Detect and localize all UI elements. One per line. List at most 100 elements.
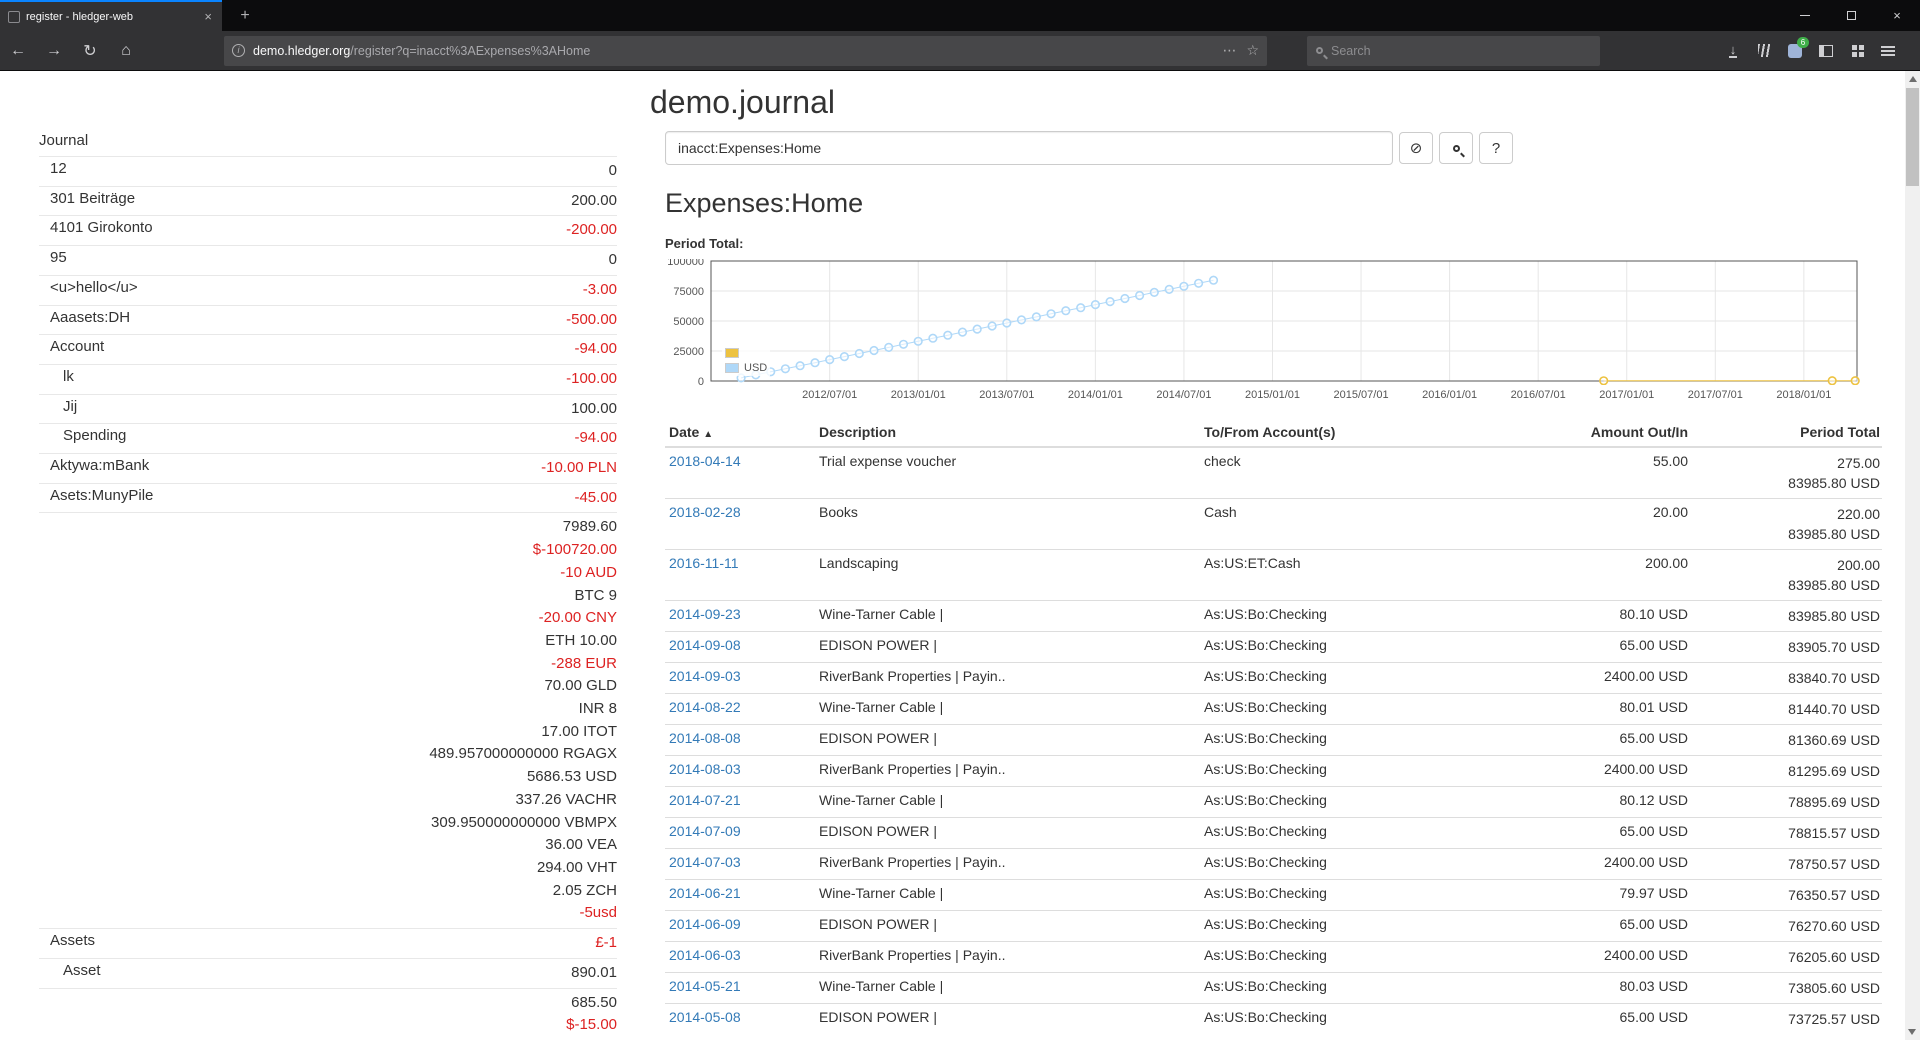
account-link[interactable]: Aktywa:mBank <box>50 457 149 474</box>
window-minimize-button[interactable] <box>1782 0 1828 31</box>
date-link[interactable]: 2014-05-08 <box>669 1009 741 1025</box>
account-link[interactable]: Aaasets:DH <box>50 309 130 326</box>
query-input[interactable] <box>665 131 1393 165</box>
date-link[interactable]: 2014-07-21 <box>669 792 741 808</box>
balance-amount: 337.26 VACHR <box>258 789 617 812</box>
register-row: 2014-09-23Wine-Tarner Cable |As:US:Bo:Ch… <box>665 601 1882 632</box>
date-link[interactable]: 2014-06-09 <box>669 916 741 932</box>
reload-button[interactable]: ↻ <box>72 34 108 68</box>
journal-link[interactable]: Journal <box>39 132 88 149</box>
amount-cell: 65.00 USD <box>1530 911 1690 942</box>
bookmark-star-icon[interactable]: ☆ <box>1246 42 1259 59</box>
register-table: Date ▲ Description To/From Account(s) Am… <box>665 419 1882 1034</box>
period-total-cell: 76350.57 USD <box>1690 880 1882 911</box>
balance-amount: 294.00 VHT <box>258 857 617 880</box>
date-link[interactable]: 2016-11-11 <box>669 555 739 571</box>
account-link[interactable]: 95 <box>50 249 67 266</box>
back-button[interactable]: ← <box>0 34 36 68</box>
minimize-icon <box>1800 15 1810 16</box>
account-cell: As:US:Bo:Checking <box>1200 818 1530 849</box>
account-link[interactable]: <u>hello</u> <box>50 279 138 296</box>
scrollbar-thumb[interactable] <box>1906 88 1919 186</box>
scroll-down-icon[interactable] <box>1908 1029 1916 1035</box>
window-restore-button[interactable] <box>1828 0 1874 31</box>
apps-grid-button[interactable] <box>1843 34 1871 68</box>
help-button[interactable]: ? <box>1479 132 1513 164</box>
date-link[interactable]: 2014-08-08 <box>669 730 741 746</box>
account-link[interactable]: 301 Beiträge <box>50 190 135 207</box>
account-link[interactable]: lk <box>63 368 74 385</box>
account-link[interactable]: Asets:MunyPile <box>50 487 153 504</box>
expenses-chart-svg[interactable]: 02500050000750001000002012/07/012013/01/… <box>665 259 1865 405</box>
register-row: 2014-08-22Wine-Tarner Cable |As:US:Bo:Ch… <box>665 694 1882 725</box>
page-content: demo.journal Journal 120301 Beiträge200.… <box>0 71 1905 1040</box>
account-link[interactable]: Jij <box>63 398 77 415</box>
account-balance: -500.00 <box>258 305 617 335</box>
browser-search-bar[interactable]: Search <box>1307 36 1600 66</box>
account-cell: As:US:Bo:Checking <box>1200 632 1530 663</box>
tab-bar: register - hledger-web × + × <box>0 0 1920 31</box>
account-link[interactable]: Asset <box>63 962 101 979</box>
register-row: 2016-11-11LandscapingAs:US:ET:Cash200.00… <box>665 550 1882 601</box>
register-row: 2018-02-28BooksCash20.00220.0083985.80 U… <box>665 499 1882 550</box>
date-link[interactable]: 2014-06-21 <box>669 885 741 901</box>
browser-tab[interactable]: register - hledger-web × <box>0 0 222 31</box>
svg-text:2017/07/01: 2017/07/01 <box>1688 389 1743 401</box>
submit-search-button[interactable] <box>1439 132 1473 164</box>
account-link[interactable]: 4101 Girokonto <box>50 219 153 236</box>
page-scrollbar[interactable] <box>1905 71 1920 1040</box>
date-link[interactable]: 2014-07-03 <box>669 854 741 870</box>
description-cell: Trial expense voucher <box>815 447 1200 499</box>
amount-cell: 65.00 USD <box>1530 632 1690 663</box>
date-link[interactable]: 2014-07-09 <box>669 823 741 839</box>
site-info-icon[interactable]: i <box>232 44 245 57</box>
account-link[interactable]: 12 <box>50 160 67 177</box>
period-total-cell: 83905.70 USD <box>1690 632 1882 663</box>
register-row: 2014-05-21Wine-Tarner Cable |As:US:Bo:Ch… <box>665 973 1882 1004</box>
date-link[interactable]: 2014-09-03 <box>669 668 741 684</box>
date-link[interactable]: 2014-09-23 <box>669 606 741 622</box>
url-bar[interactable]: i demo.hledger.org/register?q=inacct%3AE… <box>224 36 1267 66</box>
date-link[interactable]: 2018-04-14 <box>669 453 741 469</box>
library-button[interactable] <box>1750 34 1778 68</box>
date-link[interactable]: 2014-05-21 <box>669 978 741 994</box>
period-total-cell: 83840.70 USD <box>1690 663 1882 694</box>
account-link[interactable]: Assets <box>50 932 95 949</box>
account-balance: 890.01 <box>258 958 617 988</box>
tab-close-icon[interactable]: × <box>200 9 216 24</box>
period-total-cell: 76270.60 USD <box>1690 911 1882 942</box>
svg-text:100000: 100000 <box>667 259 704 268</box>
amount-cell: 2400.00 USD <box>1530 663 1690 694</box>
account-link[interactable]: Account <box>50 338 104 355</box>
date-link[interactable]: 2014-08-22 <box>669 699 741 715</box>
scroll-up-icon[interactable] <box>1909 76 1917 82</box>
forward-button[interactable]: → <box>36 34 72 68</box>
window-controls: × <box>1782 0 1920 31</box>
menu-button[interactable] <box>1874 34 1902 68</box>
account-balance: -45.00 <box>258 483 617 513</box>
date-link[interactable]: 2014-08-03 <box>669 761 741 777</box>
register-row: 2014-09-03RiverBank Properties | Payin..… <box>665 663 1882 694</box>
home-button[interactable]: ⌂ <box>108 34 144 68</box>
sidebars-button[interactable] <box>1812 34 1840 68</box>
amount-cell: 80.03 USD <box>1530 973 1690 1004</box>
extension-button[interactable]: 6 <box>1781 34 1809 68</box>
col-date[interactable]: Date ▲ <box>665 419 815 447</box>
downloads-button[interactable]: ↓ <box>1719 34 1747 68</box>
account-link[interactable]: Spending <box>63 427 126 444</box>
date-link[interactable]: 2014-09-08 <box>669 637 741 653</box>
window-close-button[interactable]: × <box>1874 0 1920 31</box>
url-domain: demo.hledger.org <box>253 44 350 58</box>
page-actions-icon[interactable]: ⋯ <box>1222 42 1236 59</box>
clear-query-button[interactable]: ⊘ <box>1399 132 1433 164</box>
account-balance: -200.00 <box>258 216 617 246</box>
account-cell: As:US:Bo:Checking <box>1200 756 1530 787</box>
new-tab-button[interactable]: + <box>232 4 258 28</box>
main-panel: ⊘ ? Expenses:Home Period Total: 02500050… <box>665 131 1882 1034</box>
date-link[interactable]: 2018-02-28 <box>669 504 741 520</box>
expenses-chart: 02500050000750001000002012/07/012013/01/… <box>665 259 1865 405</box>
sidebar-row: Spending-94.00 <box>39 424 617 454</box>
period-total-cell: 78895.69 USD <box>1690 787 1882 818</box>
sort-asc-icon: ▲ <box>703 429 713 440</box>
date-link[interactable]: 2014-06-03 <box>669 947 741 963</box>
